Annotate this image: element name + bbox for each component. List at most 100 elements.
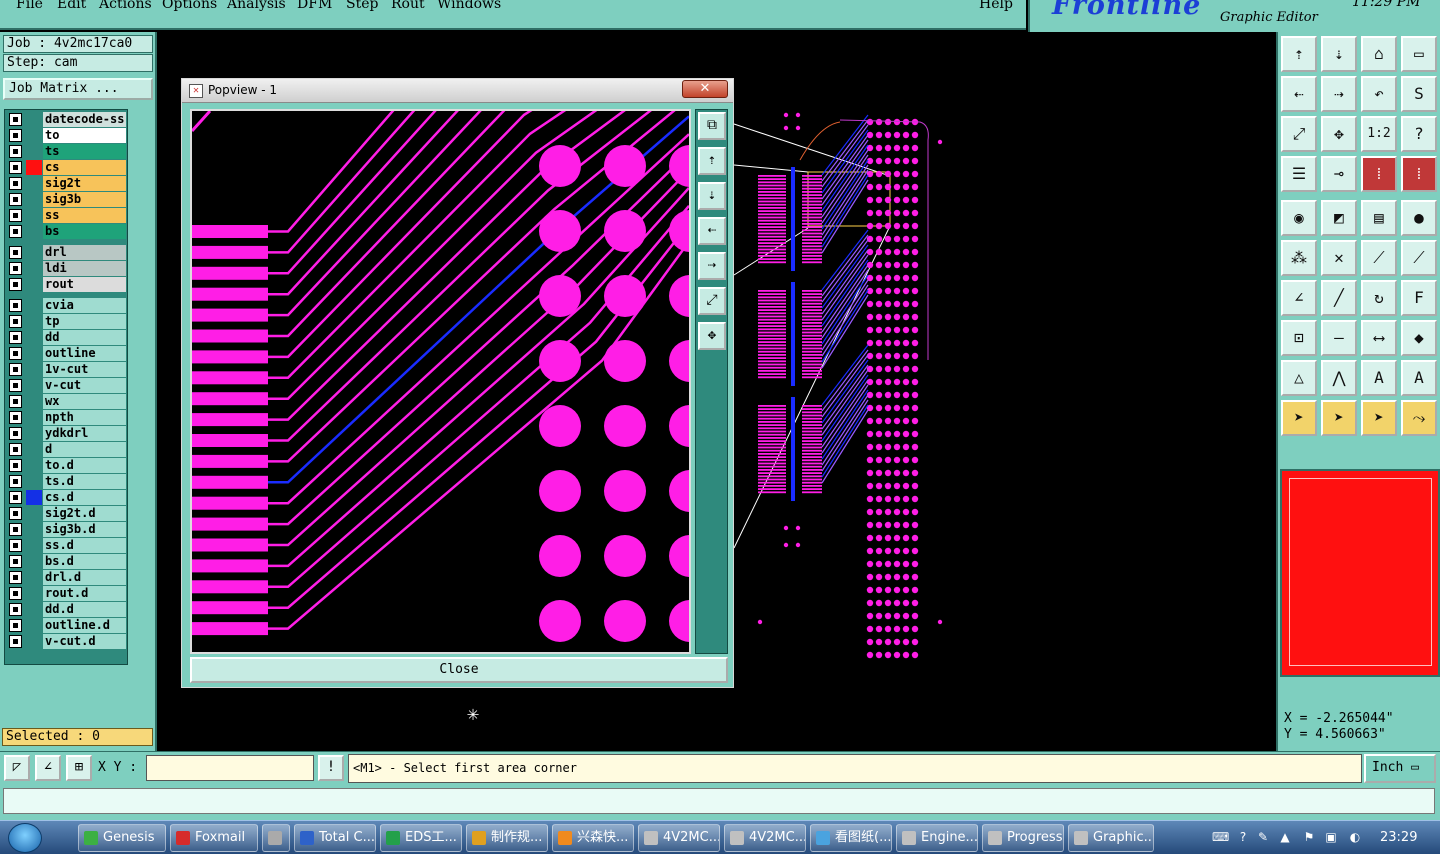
- minus-line-icon[interactable]: —: [1321, 320, 1357, 356]
- layer-name[interactable]: bs: [43, 224, 126, 239]
- layer-checkbox[interactable]: [9, 459, 22, 472]
- zoom-center-icon[interactable]: ✥: [1321, 116, 1357, 152]
- layer-row[interactable]: ts: [7, 144, 126, 159]
- layer-row[interactable]: bs: [7, 224, 126, 239]
- layer-color-swatch[interactable]: [26, 538, 42, 553]
- overview-preview[interactable]: [1280, 469, 1440, 677]
- menu-edit[interactable]: Edit: [57, 0, 86, 12]
- layer-color-swatch[interactable]: [26, 160, 42, 175]
- layer-name[interactable]: to: [43, 128, 126, 143]
- units-selector[interactable]: Inch ▭: [1364, 754, 1436, 783]
- layer-name[interactable]: v-cut: [43, 378, 126, 393]
- angle-snap-icon[interactable]: ∠: [35, 755, 61, 781]
- pan-left-icon[interactable]: ⇠: [1281, 76, 1317, 112]
- layer-row[interactable]: dd.d: [7, 602, 126, 617]
- taskbar-button[interactable]: EDS工...: [380, 824, 462, 852]
- connect-icon[interactable]: ⁂: [1281, 240, 1317, 276]
- layer-row[interactable]: sig3b: [7, 192, 126, 207]
- layer-color-swatch[interactable]: [26, 128, 42, 143]
- grid-icon[interactable]: ⊞: [66, 755, 92, 781]
- taskbar-button[interactable]: Graphic...: [1068, 824, 1154, 852]
- layer-row[interactable]: npth: [7, 410, 126, 425]
- layer-name[interactable]: cs.d: [43, 490, 126, 505]
- pointer-route-icon[interactable]: ⤳: [1401, 400, 1437, 436]
- taskbar-button[interactable]: 看图纸(...: [810, 824, 892, 852]
- layer-row[interactable]: cvia: [7, 298, 126, 313]
- layer-name[interactable]: ss: [43, 208, 126, 223]
- exclaim-icon[interactable]: !: [318, 755, 344, 781]
- pv-pan-right-icon[interactable]: ⇢: [698, 252, 726, 280]
- pointer-box-icon[interactable]: ➤: [1321, 400, 1357, 436]
- layer-name[interactable]: ldi: [43, 261, 126, 276]
- layer-checkbox[interactable]: [9, 507, 22, 520]
- layer-row[interactable]: datecode-ss: [7, 112, 126, 127]
- layer-checkbox[interactable]: [9, 113, 22, 126]
- popview-close-button[interactable]: Close: [190, 657, 728, 683]
- layer-checkbox[interactable]: [9, 331, 22, 344]
- line-point-icon[interactable]: ⟋: [1361, 240, 1397, 276]
- layer-row[interactable]: drl.d: [7, 570, 126, 585]
- menu-analysis[interactable]: Analysis: [227, 0, 286, 12]
- layer-checkbox[interactable]: [9, 619, 22, 632]
- layer-checkbox[interactable]: [9, 587, 22, 600]
- layer-color-swatch[interactable]: [26, 426, 42, 441]
- zoom-1to2-icon[interactable]: 1:2: [1361, 116, 1397, 152]
- layer-row[interactable]: outline.d: [7, 618, 126, 633]
- pan-down-icon[interactable]: ⇣: [1321, 36, 1357, 72]
- layer-name[interactable]: cs: [43, 160, 126, 175]
- layer-checkbox[interactable]: [9, 379, 22, 392]
- start-button-icon[interactable]: [8, 823, 42, 853]
- job-matrix-button[interactable]: Job Matrix ...: [3, 78, 153, 100]
- corner-select-icon[interactable]: ◸: [4, 755, 30, 781]
- line-draw-icon[interactable]: ╱: [1321, 280, 1357, 316]
- triangle-c-icon[interactable]: A: [1361, 360, 1397, 396]
- tray-help-icon[interactable]: ?: [1236, 830, 1250, 844]
- layer-name[interactable]: sig2t: [43, 176, 126, 191]
- layer-checkbox[interactable]: [9, 315, 22, 328]
- taskbar-button[interactable]: Progress: [982, 824, 1064, 852]
- layer-checkbox[interactable]: [9, 129, 22, 142]
- layer-name[interactable]: datecode-ss: [43, 112, 126, 127]
- layer-name[interactable]: ts.d: [43, 474, 126, 489]
- layer-checkbox[interactable]: [9, 161, 22, 174]
- menu-dfm[interactable]: DFM: [297, 0, 332, 12]
- layer-color-swatch[interactable]: [26, 522, 42, 537]
- layer-color-swatch[interactable]: [26, 442, 42, 457]
- layer-checkbox[interactable]: [9, 145, 22, 158]
- layer-name[interactable]: rout: [43, 277, 126, 292]
- layer-color-swatch[interactable]: [26, 330, 42, 345]
- pv-pan-down-icon[interactable]: ⇣: [698, 182, 726, 210]
- layer-checkbox[interactable]: [9, 523, 22, 536]
- layer-row[interactable]: drl: [7, 245, 126, 260]
- layer-checkbox[interactable]: [9, 475, 22, 488]
- menu-step[interactable]: Step: [346, 0, 378, 12]
- select-feature-icon[interactable]: ◉: [1281, 200, 1317, 236]
- shapes-icon[interactable]: ◆: [1401, 320, 1437, 356]
- pan-right-icon[interactable]: ⇢: [1321, 76, 1357, 112]
- taskbar-button[interactable]: [262, 824, 290, 852]
- tray-ime-icon[interactable]: ✎: [1256, 830, 1270, 844]
- layer-row[interactable]: outline: [7, 346, 126, 361]
- layer-name[interactable]: 1v-cut: [43, 362, 126, 377]
- tray-network-icon[interactable]: ▣: [1324, 830, 1338, 844]
- layer-row[interactable]: ss.d: [7, 538, 126, 553]
- layer-color-swatch[interactable]: [26, 176, 42, 191]
- layer-checkbox[interactable]: [9, 209, 22, 222]
- layer-name[interactable]: outline: [43, 346, 126, 361]
- layer-name[interactable]: ydkdrl: [43, 426, 126, 441]
- layer-color-swatch[interactable]: [26, 506, 42, 521]
- window-icon[interactable]: ▭: [1401, 36, 1437, 72]
- query-icon[interactable]: ?: [1401, 116, 1437, 152]
- layer-row[interactable]: to: [7, 128, 126, 143]
- menu-file[interactable]: File: [16, 0, 43, 12]
- layer-checkbox[interactable]: [9, 603, 22, 616]
- layer-color-swatch[interactable]: [26, 112, 42, 127]
- layer-row[interactable]: sig3b.d: [7, 522, 126, 537]
- layer-checkbox[interactable]: [9, 363, 22, 376]
- pv-zoom-window-icon[interactable]: ⧉: [698, 112, 726, 140]
- tray-arrow-icon[interactable]: ▲: [1278, 830, 1292, 844]
- layer-name[interactable]: sig3b: [43, 192, 126, 207]
- layer-checkbox[interactable]: [9, 246, 22, 259]
- layer-row[interactable]: bs.d: [7, 554, 126, 569]
- layer-checkbox[interactable]: [9, 347, 22, 360]
